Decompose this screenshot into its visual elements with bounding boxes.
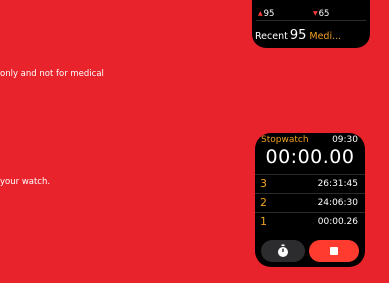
stop-button[interactable] — [309, 240, 359, 262]
stop-icon — [330, 247, 338, 255]
disclaimer-text: only and not for medical — [0, 69, 104, 79]
lap-row: 2 24:06:30 — [255, 193, 365, 212]
arrow-down-icon: ▼ — [313, 10, 318, 17]
lap-row: 1 00:00.26 — [255, 212, 365, 231]
app-title: Stopwatch — [261, 135, 309, 145]
instruction-text: your watch. — [0, 177, 51, 187]
lap-number: 2 — [260, 196, 267, 209]
heart-rate-range: ▲95 ▼65 — [252, 6, 370, 21]
heart-rate-low: ▼65 — [313, 9, 329, 19]
recent-extra-label: Medi... — [309, 31, 342, 42]
stopwatch-watch: Stopwatch 09:30 00:00.00 3 26:31:45 2 24… — [255, 133, 365, 267]
lap-button[interactable] — [261, 240, 305, 262]
elapsed-time: 00:00.00 — [265, 146, 355, 168]
heart-rate-low-value: 65 — [318, 9, 330, 19]
lap-time: 26:31:45 — [317, 179, 358, 189]
lap-list: 3 26:31:45 2 24:06:30 1 00:00.26 — [255, 174, 365, 231]
lap-row: 3 26:31:45 — [255, 174, 365, 193]
lap-time: 00:00.26 — [317, 217, 358, 227]
heart-rate-watch: ▲95 ▼65 Recent 95 Medi... — [252, 0, 370, 48]
clock-time: 09:30 — [332, 135, 358, 145]
lap-number: 1 — [260, 215, 267, 228]
recent-value: 95 — [289, 28, 307, 43]
lap-number: 3 — [260, 177, 267, 190]
recent-label: Recent — [255, 31, 288, 42]
lap-time: 24:06:30 — [317, 198, 358, 208]
stopwatch-icon — [278, 244, 288, 257]
heart-rate-high-value: 95 — [263, 9, 275, 19]
arrow-up-icon: ▲ — [258, 10, 263, 17]
heart-rate-high: ▲95 — [258, 9, 274, 19]
recent-heart-rate[interactable]: Recent 95 Medi... — [255, 24, 341, 43]
divider — [256, 20, 366, 21]
